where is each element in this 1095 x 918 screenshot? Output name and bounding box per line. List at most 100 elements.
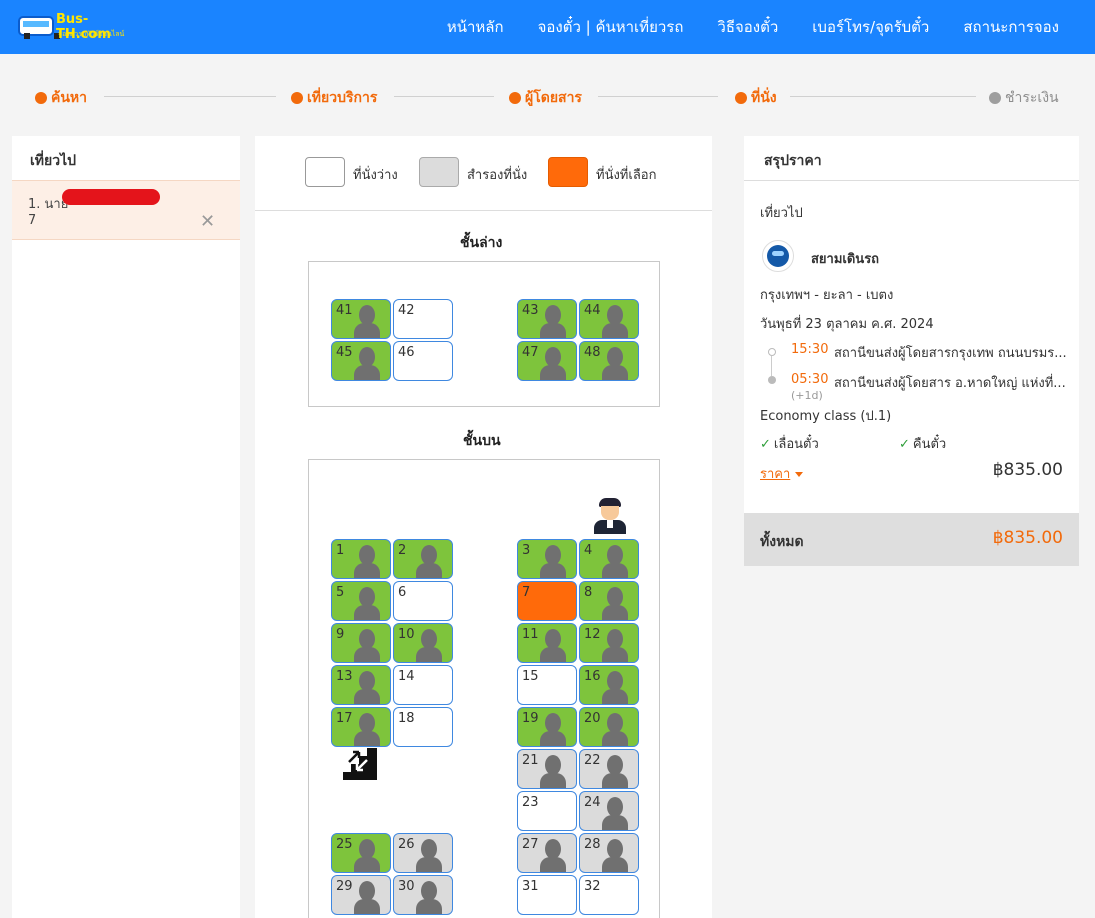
seat-45: 45 — [331, 341, 391, 381]
seat-18[interactable]: 18 — [393, 707, 453, 747]
total-label: ทั้งหมด — [760, 534, 804, 550]
step-divider — [598, 96, 718, 97]
seat-number: 41 — [336, 303, 353, 318]
site-logo[interactable]: Bus-TH.com จองตั๋วรถทัวร์ออนไลน์ — [18, 10, 126, 44]
seat-16: 16 — [579, 665, 639, 705]
person-icon — [600, 710, 630, 746]
step-passenger[interactable]: ผู้โดยสาร — [509, 87, 582, 109]
person-icon — [414, 626, 444, 662]
nav-book-search[interactable]: จองตั๋ว | ค้นหาเที่ยวรถ — [538, 15, 684, 39]
nav-home[interactable]: หน้าหลัก — [447, 15, 504, 39]
seat-legend: ที่นั่งว่าง สำรองที่นั่ง ที่นั่งที่เลือก — [255, 136, 712, 211]
seat-42[interactable]: 42 — [393, 299, 453, 339]
person-icon — [538, 626, 568, 662]
total-row: ทั้งหมด ฿835.00 — [744, 513, 1079, 566]
seat-number: 21 — [522, 753, 539, 768]
person-icon — [352, 836, 382, 872]
seat-14[interactable]: 14 — [393, 665, 453, 705]
summary-title: สรุปราคา — [744, 136, 1079, 181]
person-icon — [352, 542, 382, 578]
seat-43: 43 — [517, 299, 577, 339]
seat-number: 22 — [584, 753, 601, 768]
person-icon — [352, 302, 382, 338]
seat-11: 11 — [517, 623, 577, 663]
seat-number: 27 — [522, 837, 539, 852]
seat-15[interactable]: 15 — [517, 665, 577, 705]
check-icon: ✓ — [899, 437, 910, 452]
seat-number: 17 — [336, 711, 353, 726]
seat-number: 12 — [584, 627, 601, 642]
step-dot-icon — [989, 92, 1001, 104]
seat-7[interactable]: 7 — [517, 581, 577, 621]
person-icon — [538, 836, 568, 872]
stairs-icon — [343, 748, 377, 780]
step-search[interactable]: ค้นหา — [35, 87, 87, 109]
person-icon — [600, 344, 630, 380]
price-toggle[interactable]: ราคา — [760, 463, 804, 484]
operator-logo-icon — [762, 240, 794, 272]
caret-down-icon — [795, 472, 804, 477]
person-icon — [352, 626, 382, 662]
seat-number: 47 — [522, 345, 539, 360]
seat-31[interactable]: 31 — [517, 875, 577, 915]
passenger-item[interactable]: 1. นาย 7 ✕ — [12, 180, 240, 240]
legend-reserved-swatch — [419, 157, 459, 187]
nav-booking-status[interactable]: สถานะการจอง — [963, 15, 1059, 39]
seat-number: 7 — [522, 585, 531, 600]
seat-number: 6 — [398, 585, 407, 600]
person-icon — [538, 344, 568, 380]
timeline-bar — [771, 356, 772, 376]
seat-23[interactable]: 23 — [517, 791, 577, 831]
seat-48: 48 — [579, 341, 639, 381]
person-icon — [538, 302, 568, 338]
step-dot-icon — [735, 92, 747, 104]
nav-contact[interactable]: เบอร์โทร/จุดรับตั๋ว — [812, 15, 929, 39]
seat-8: 8 — [579, 581, 639, 621]
seat-21: 21 — [517, 749, 577, 789]
seat-number: 31 — [522, 879, 539, 894]
seat-number: 18 — [398, 711, 415, 726]
seat-46[interactable]: 46 — [393, 341, 453, 381]
price-summary: สรุปราคา เที่ยวไป สยามเดินรถ กรุงเทพฯ - … — [744, 136, 1079, 566]
person-icon — [600, 542, 630, 578]
total-amount: ฿835.00 — [992, 528, 1063, 548]
seat-6[interactable]: 6 — [393, 581, 453, 621]
person-icon — [600, 668, 630, 704]
operator-name: สยามเดินรถ — [811, 252, 880, 267]
seat-3: 3 — [517, 539, 577, 579]
depart-time: 15:30 — [791, 342, 829, 357]
seat-map: ที่นั่งว่าง สำรองที่นั่ง ที่นั่งที่เลือก… — [255, 136, 712, 918]
bus-logo-icon — [18, 16, 60, 39]
upper-deck-title: ชั้นบน — [463, 433, 501, 449]
seat-number: 43 — [522, 303, 539, 318]
seat-2: 2 — [393, 539, 453, 579]
seat-class: Economy class (ป.1) — [760, 409, 892, 424]
person-icon — [352, 668, 382, 704]
driver-icon — [593, 498, 626, 536]
seat-17: 17 — [331, 707, 391, 747]
seat-number: 29 — [336, 879, 353, 894]
arrive-day-offset: (+1d) — [791, 389, 823, 402]
seat-28: 28 — [579, 833, 639, 873]
step-seat[interactable]: ที่นั่ง — [735, 87, 777, 109]
seat-32[interactable]: 32 — [579, 875, 639, 915]
person-icon — [352, 344, 382, 380]
step-payment: ชำระเงิน — [989, 87, 1059, 109]
step-divider — [790, 96, 976, 97]
person-icon — [414, 836, 444, 872]
seat-number: 2 — [398, 543, 407, 558]
nav-how-to-book[interactable]: วิธีจองตั๋ว — [717, 15, 778, 39]
seat-number: 1 — [336, 543, 345, 558]
legend-empty-swatch — [305, 157, 345, 187]
seat-47: 47 — [517, 341, 577, 381]
seat-number: 46 — [398, 345, 415, 360]
seat-number: 26 — [398, 837, 415, 852]
seat-19: 19 — [517, 707, 577, 747]
seat-26: 26 — [393, 833, 453, 873]
seat-9: 9 — [331, 623, 391, 663]
step-trip[interactable]: เที่ยวบริการ — [291, 87, 377, 109]
seat-13: 13 — [331, 665, 391, 705]
redaction-mark — [62, 189, 160, 205]
passenger-panel: เที่ยวไป 1. นาย 7 ✕ — [12, 136, 240, 918]
close-icon[interactable]: ✕ — [200, 211, 215, 232]
